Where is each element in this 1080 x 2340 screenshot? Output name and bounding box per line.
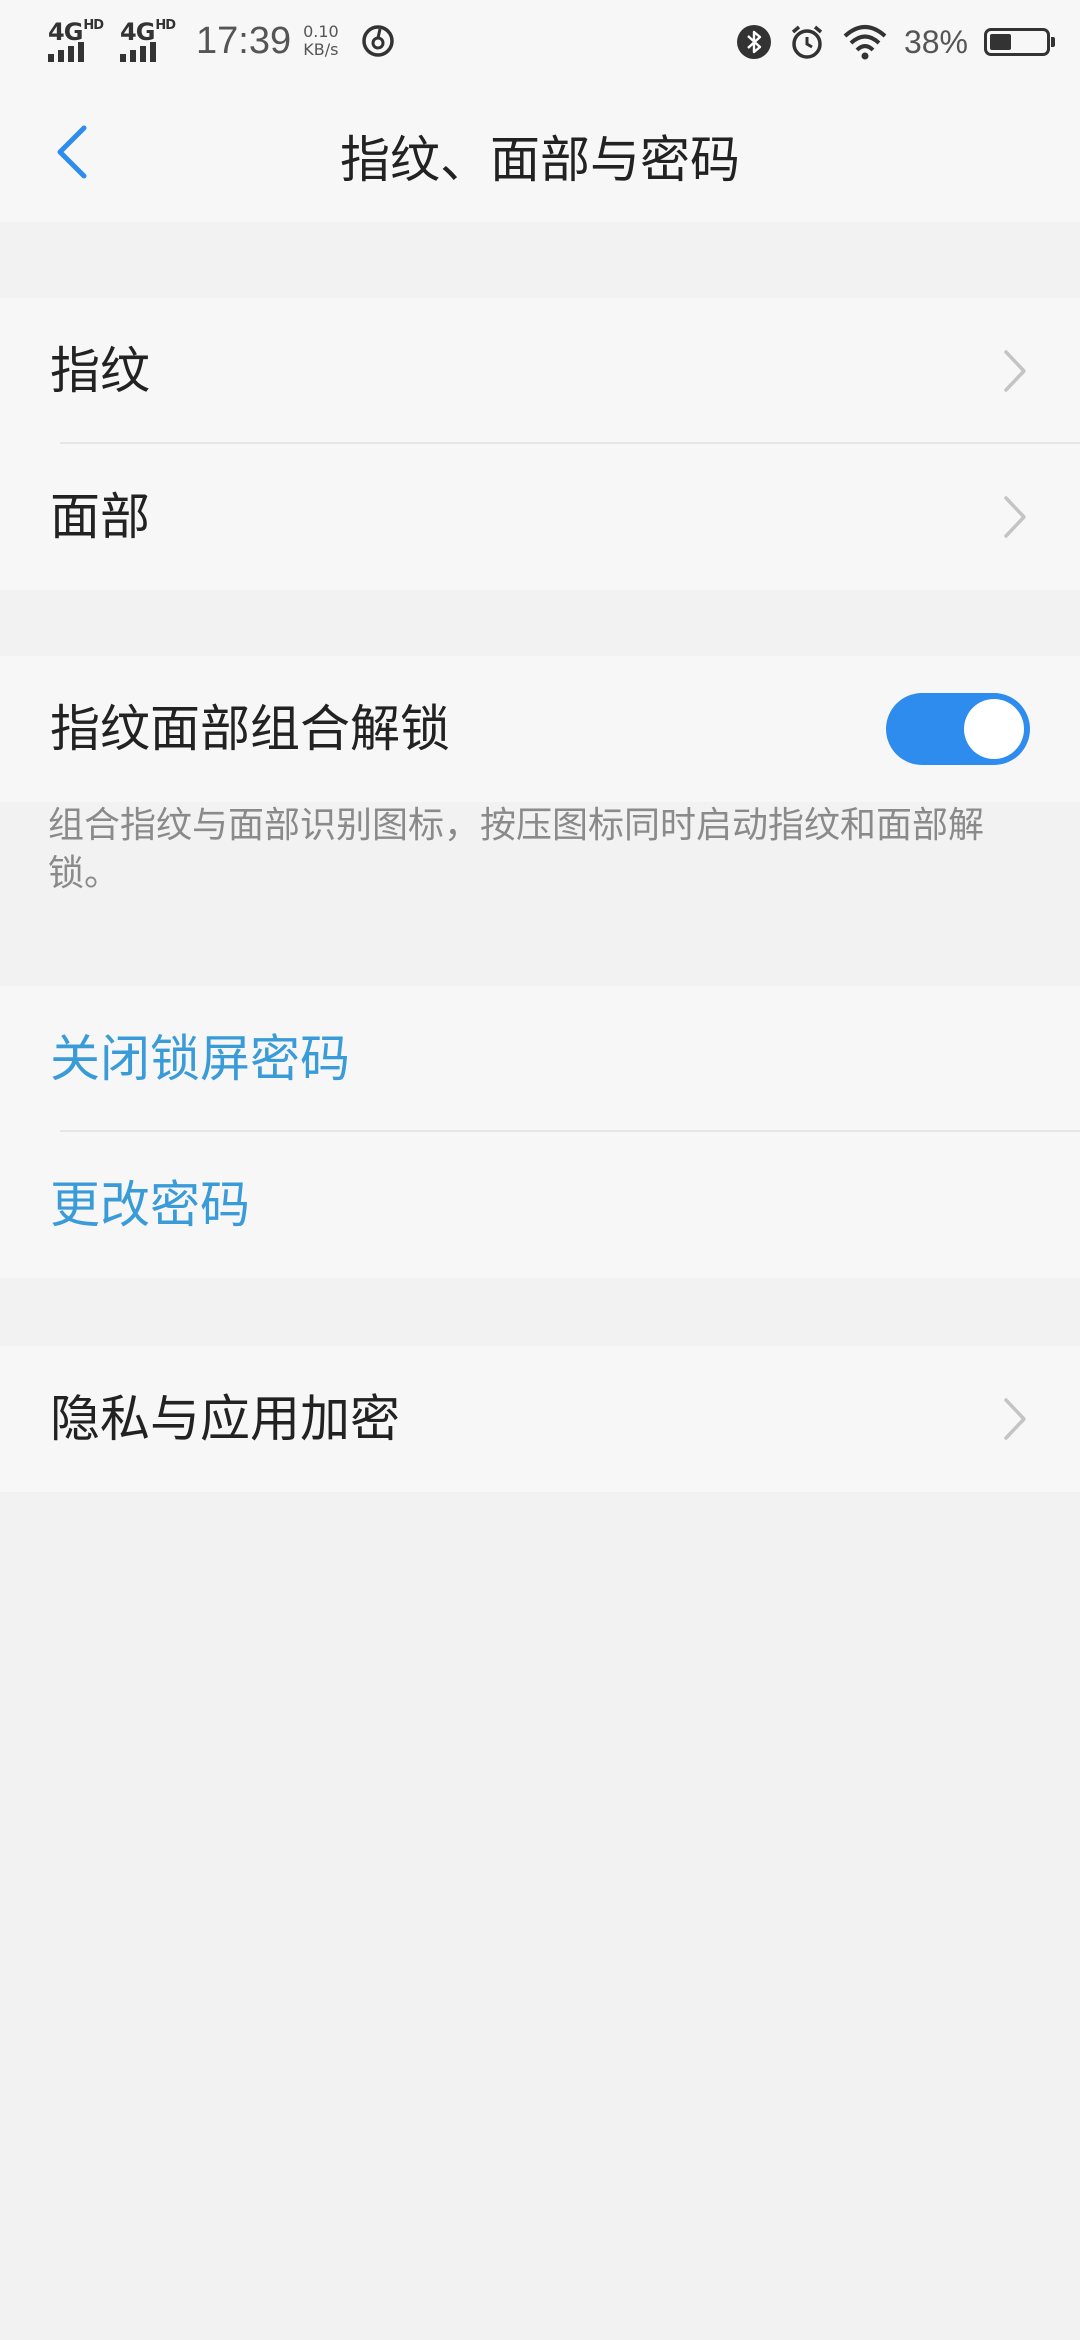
signal-indicator-2: 4GHD	[118, 16, 176, 66]
change-password-item[interactable]: 更改密码	[0, 1132, 1080, 1278]
chevron-right-icon	[1004, 496, 1026, 538]
top-app-bar: 指纹、面部与密码	[0, 82, 1080, 222]
network-speed-value: 0.10	[303, 22, 339, 41]
signal-bars-icon	[120, 42, 156, 62]
network-speed-unit: KB/s	[303, 40, 339, 59]
battery-percentage: 38%	[903, 23, 968, 60]
combo-unlock-item[interactable]: 指纹面部组合解锁	[0, 656, 1080, 802]
network-sup-1: HD	[83, 18, 104, 33]
status-bar: 4GHD 4GHD 17:39 0.10 KB/s 38%	[0, 0, 1080, 82]
signal-bars-icon	[48, 42, 84, 62]
face-label: 面部	[50, 488, 150, 546]
battery-fill	[990, 34, 1011, 50]
network-sup-2: HD	[155, 18, 176, 33]
chevron-right-icon	[1004, 350, 1026, 392]
fingerprint-item[interactable]: 指纹	[0, 298, 1080, 444]
password-group: 关闭锁屏密码 更改密码	[0, 986, 1080, 1278]
network-speed: 0.10 KB/s	[303, 23, 339, 59]
combo-unlock-group: 指纹面部组合解锁	[0, 656, 1080, 802]
privacy-encryption-label: 隐私与应用加密	[50, 1390, 400, 1448]
alarm-icon	[791, 25, 823, 59]
disable-lock-password-label: 关闭锁屏密码	[50, 1030, 350, 1088]
combo-unlock-label: 指纹面部组合解锁	[50, 700, 450, 758]
netease-music-icon	[361, 25, 394, 57]
signal-indicator-1: 4GHD	[46, 16, 104, 66]
status-left: 4GHD 4GHD 17:39 0.10 KB/s	[46, 16, 395, 66]
change-password-label: 更改密码	[50, 1176, 250, 1234]
face-item[interactable]: 面部	[0, 444, 1080, 590]
battery-icon	[984, 28, 1055, 56]
biometrics-group: 指纹 面部	[0, 298, 1080, 590]
fingerprint-label: 指纹	[50, 342, 150, 400]
toggle-knob	[964, 699, 1024, 759]
privacy-encryption-item[interactable]: 隐私与应用加密	[0, 1346, 1080, 1492]
page-title: 指纹、面部与密码	[340, 131, 740, 189]
combo-unlock-toggle[interactable]	[886, 693, 1030, 765]
privacy-group: 隐私与应用加密	[0, 1346, 1080, 1492]
status-right: 38%	[720, 18, 1055, 66]
combo-unlock-description: 组合指纹与面部识别图标，按压图标同时启动指纹和面部解锁。	[48, 805, 985, 894]
wifi-icon	[843, 25, 887, 60]
bluetooth-icon	[736, 25, 771, 59]
chevron-right-icon	[1004, 1398, 1026, 1440]
disable-lock-password-item[interactable]: 关闭锁屏密码	[0, 986, 1080, 1132]
status-time: 17:39	[196, 19, 292, 62]
